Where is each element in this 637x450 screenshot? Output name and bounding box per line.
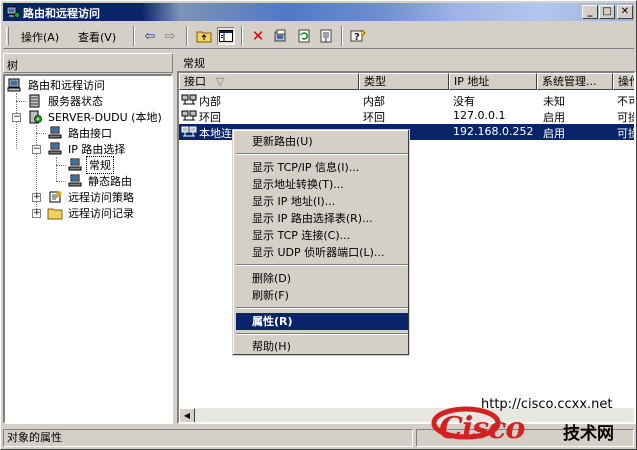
network-interface-icon: [68, 174, 82, 187]
help-icon[interactable]: ?: [349, 27, 367, 45]
menu-item-show-ip[interactable]: 显示 IP 地址(I)...: [236, 193, 408, 210]
tree-label-general: 常规: [86, 156, 114, 174]
tree-expand-policies[interactable]: +: [32, 193, 41, 202]
menu-view[interactable]: 查看(V): [78, 29, 116, 45]
toolbar-separator: [133, 26, 135, 46]
tree-label-server: SERVER-DUDU (本地): [48, 111, 162, 124]
title-bar[interactable]: 路由和远程访问 _ □ ✕: [3, 3, 634, 21]
delete-icon[interactable]: ✕: [249, 27, 267, 45]
window: 路由和远程访问 _ □ ✕ 操作(A) 查看(V) ⇦ ⇨ ✕ ? 树 路由和远…: [0, 0, 637, 450]
tree-node-server-status[interactable]: 服务器状态: [27, 93, 105, 109]
menu-separator: [236, 307, 408, 309]
toolbar-separator: [241, 26, 243, 46]
tree-label-server-status: 服务器状态: [48, 95, 103, 108]
show-hide-tree-icon[interactable]: [217, 27, 235, 45]
table-row[interactable]: 内部 内部 没有 未知 不可: [179, 92, 634, 108]
menu-item-refresh[interactable]: 刷新(F): [236, 287, 408, 304]
toolbar-separator: [341, 26, 343, 46]
tree-node-remote-access-logging[interactable]: 远程访问记录: [47, 205, 136, 221]
column-header-operational[interactable]: 操作: [613, 73, 634, 90]
tree-label-static-routes: 静态路由: [88, 175, 132, 188]
minimize-button[interactable]: _: [582, 5, 598, 19]
tree-pane-header[interactable]: 树: [3, 53, 173, 73]
tree-node-ip-routing[interactable]: IP 路由选择: [47, 141, 127, 157]
tree-node-root[interactable]: 路由和远程访问: [7, 77, 107, 93]
watermark-brand: Cisco: [439, 411, 525, 446]
tree-pane-title: 树: [7, 59, 18, 72]
menu-item-properties[interactable]: 属性(R): [236, 313, 408, 330]
tree-collapse-server[interactable]: −: [12, 113, 21, 122]
tree-node-general[interactable]: 常规: [67, 156, 114, 174]
menu-item-show-nat[interactable]: 显示地址转换(T)...: [236, 176, 408, 193]
menu-item-show-tcp[interactable]: 显示 TCP 连接(C)...: [236, 227, 408, 244]
tree-node-routing-interfaces[interactable]: 路由接口: [47, 125, 114, 141]
server-status-icon: [29, 94, 40, 108]
menu-separator: [236, 264, 408, 266]
network-interface-icon: [181, 94, 197, 105]
tree-expand-logging[interactable]: +: [32, 209, 41, 218]
tree-connector: [56, 157, 57, 181]
details-pane-header: 常规: [177, 53, 636, 71]
column-header-admin-status[interactable]: 系统管理...: [537, 73, 613, 90]
tree-label-routing-interfaces: 路由接口: [68, 127, 112, 140]
policy-icon: [49, 191, 62, 203]
menu-separator: [236, 333, 408, 335]
network-interface-icon: [48, 126, 62, 139]
tree-connector: [56, 181, 66, 182]
server-running-icon: [29, 110, 42, 124]
maximize-button[interactable]: □: [599, 5, 615, 19]
network-interface-icon: [181, 126, 197, 137]
back-arrow-icon[interactable]: ⇦: [141, 27, 159, 45]
menu-item-show-tcpip[interactable]: 显示 TCP/IP 信息(I)...: [236, 159, 408, 176]
menu-separator: [236, 153, 408, 155]
routing-app-icon: [6, 6, 20, 18]
tree-label-root: 路由和远程访问: [28, 79, 105, 92]
column-header-interface[interactable]: 接口 ▽: [179, 73, 359, 90]
tree-label-remote-access-policies: 远程访问策略: [68, 191, 134, 204]
tree-node-remote-access-policies[interactable]: 远程访问策略: [47, 189, 136, 205]
toolbar-separator: [186, 26, 188, 46]
tree-connector: [36, 133, 46, 134]
export-list-icon[interactable]: [317, 27, 335, 45]
tree-connector: [56, 165, 66, 166]
refresh-icon[interactable]: [295, 27, 313, 45]
svg-text:?: ?: [354, 32, 360, 43]
column-header-type[interactable]: 类型: [359, 73, 449, 90]
tree-connector: [16, 101, 26, 102]
toolbar: 操作(A) 查看(V) ⇦ ⇨ ✕ ?: [3, 23, 634, 49]
window-title: 路由和远程访问: [23, 7, 100, 20]
menu-item-show-routing-table[interactable]: 显示 IP 路由选择表(R)...: [236, 210, 408, 227]
network-interface-icon: [68, 158, 82, 171]
ip-routing-icon: [48, 142, 62, 155]
network-interface-icon: [181, 110, 197, 121]
console-tree[interactable]: 路由和远程访问 服务器状态 − SERVER-DUDU (本地) 路由接口 − …: [3, 74, 173, 424]
menu-item-delete[interactable]: 删除(D): [236, 270, 408, 287]
tree-label-ip-routing: IP 路由选择: [68, 143, 126, 156]
tree-node-static-routes[interactable]: 静态路由: [67, 173, 134, 189]
tree-label-remote-access-logging: 远程访问记录: [68, 207, 134, 220]
watermark-url: http://cisco.ccxx.net: [481, 397, 613, 412]
up-folder-icon[interactable]: [195, 27, 213, 45]
column-header-ip[interactable]: IP 地址: [449, 73, 537, 90]
tree-collapse-ip-routing[interactable]: −: [32, 145, 41, 154]
menu-action[interactable]: 操作(A): [21, 29, 59, 45]
routing-computer-icon: [7, 78, 21, 92]
toolbar-grip[interactable]: [6, 27, 9, 45]
context-menu[interactable]: 更新路由(U) 显示 TCP/IP 信息(I)... 显示地址转换(T)... …: [232, 129, 410, 356]
folder-icon: [47, 208, 63, 220]
tree-node-server[interactable]: SERVER-DUDU (本地): [27, 109, 164, 125]
properties-icon[interactable]: [272, 27, 290, 45]
watermark: http://cisco.ccxx.net Cisco 技术网: [431, 391, 636, 449]
scroll-left-button[interactable]: ◀: [179, 408, 195, 422]
status-text: 对象的属性: [3, 429, 413, 447]
menu-item-show-udp[interactable]: 显示 UDP 侦听器端口(L)...: [236, 244, 408, 261]
details-pane-title: 常规: [183, 57, 205, 70]
sort-arrow-icon: ▽: [216, 75, 225, 88]
table-row[interactable]: 环回 环回 127.0.0.1 启用 可操: [179, 108, 634, 124]
menu-item-help[interactable]: 帮助(H): [236, 338, 408, 355]
close-button[interactable]: ✕: [617, 5, 633, 19]
forward-arrow-icon[interactable]: ⇨: [161, 27, 179, 45]
menu-item-update-routes[interactable]: 更新路由(U): [236, 133, 408, 150]
watermark-tagline: 技术网: [563, 424, 614, 444]
